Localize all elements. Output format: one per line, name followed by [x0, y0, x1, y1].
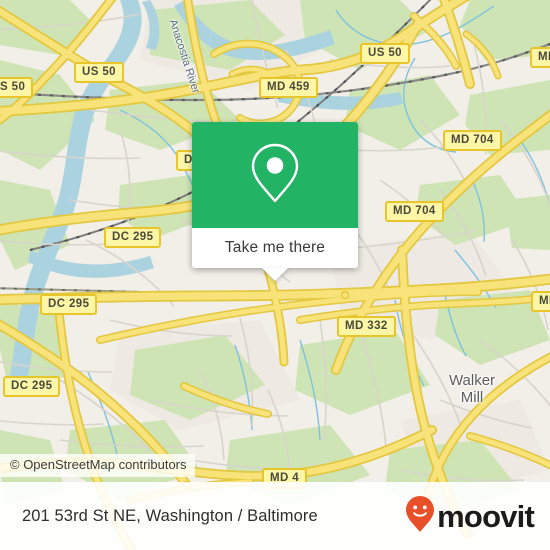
map-screenshot: S 50 US 50 MD 459 US 50 MD MD 704 MD 704…	[0, 0, 550, 550]
road-shield-dc295-mid: DC 295	[40, 294, 98, 315]
take-me-there-label: Take me there	[224, 239, 326, 256]
moovit-wordmark: moovit	[437, 498, 535, 534]
popup-footer[interactable]: Take me there	[192, 228, 358, 281]
moovit-logo[interactable]: moovit	[405, 495, 535, 538]
address-label: 201 53rd St NE, Washington / Baltimore	[22, 506, 318, 525]
popup-header	[192, 122, 358, 228]
road-shield-us50-right: US 50	[360, 43, 410, 64]
road-shield-dc295-lower: DC 295	[3, 376, 61, 397]
road-shield-md704-upper: MD 704	[443, 130, 502, 151]
popup-tail-arrow	[262, 268, 288, 281]
road-shield-md-topright: MD	[530, 47, 550, 68]
road-shield-us50-left: S 50	[0, 77, 34, 98]
map-marker-popup[interactable]: Take me there	[192, 122, 358, 281]
moovit-smiley-pin-icon	[405, 495, 435, 538]
road-shield-md704-lower: MD 704	[385, 201, 444, 222]
road-shield-dc295-upper: DC 295	[104, 227, 162, 248]
map-pin-icon	[248, 142, 302, 209]
bottom-bar: 201 53rd St NE, Washington / Baltimore m…	[0, 482, 550, 550]
road-shield-md332: MD 332	[337, 316, 396, 337]
osm-attribution[interactable]: © OpenStreetMap contributors	[0, 454, 195, 477]
road-shield-md-right: MD	[531, 291, 550, 312]
road-shield-us50-center: US 50	[74, 62, 124, 83]
road-shield-md459: MD 459	[259, 77, 318, 98]
